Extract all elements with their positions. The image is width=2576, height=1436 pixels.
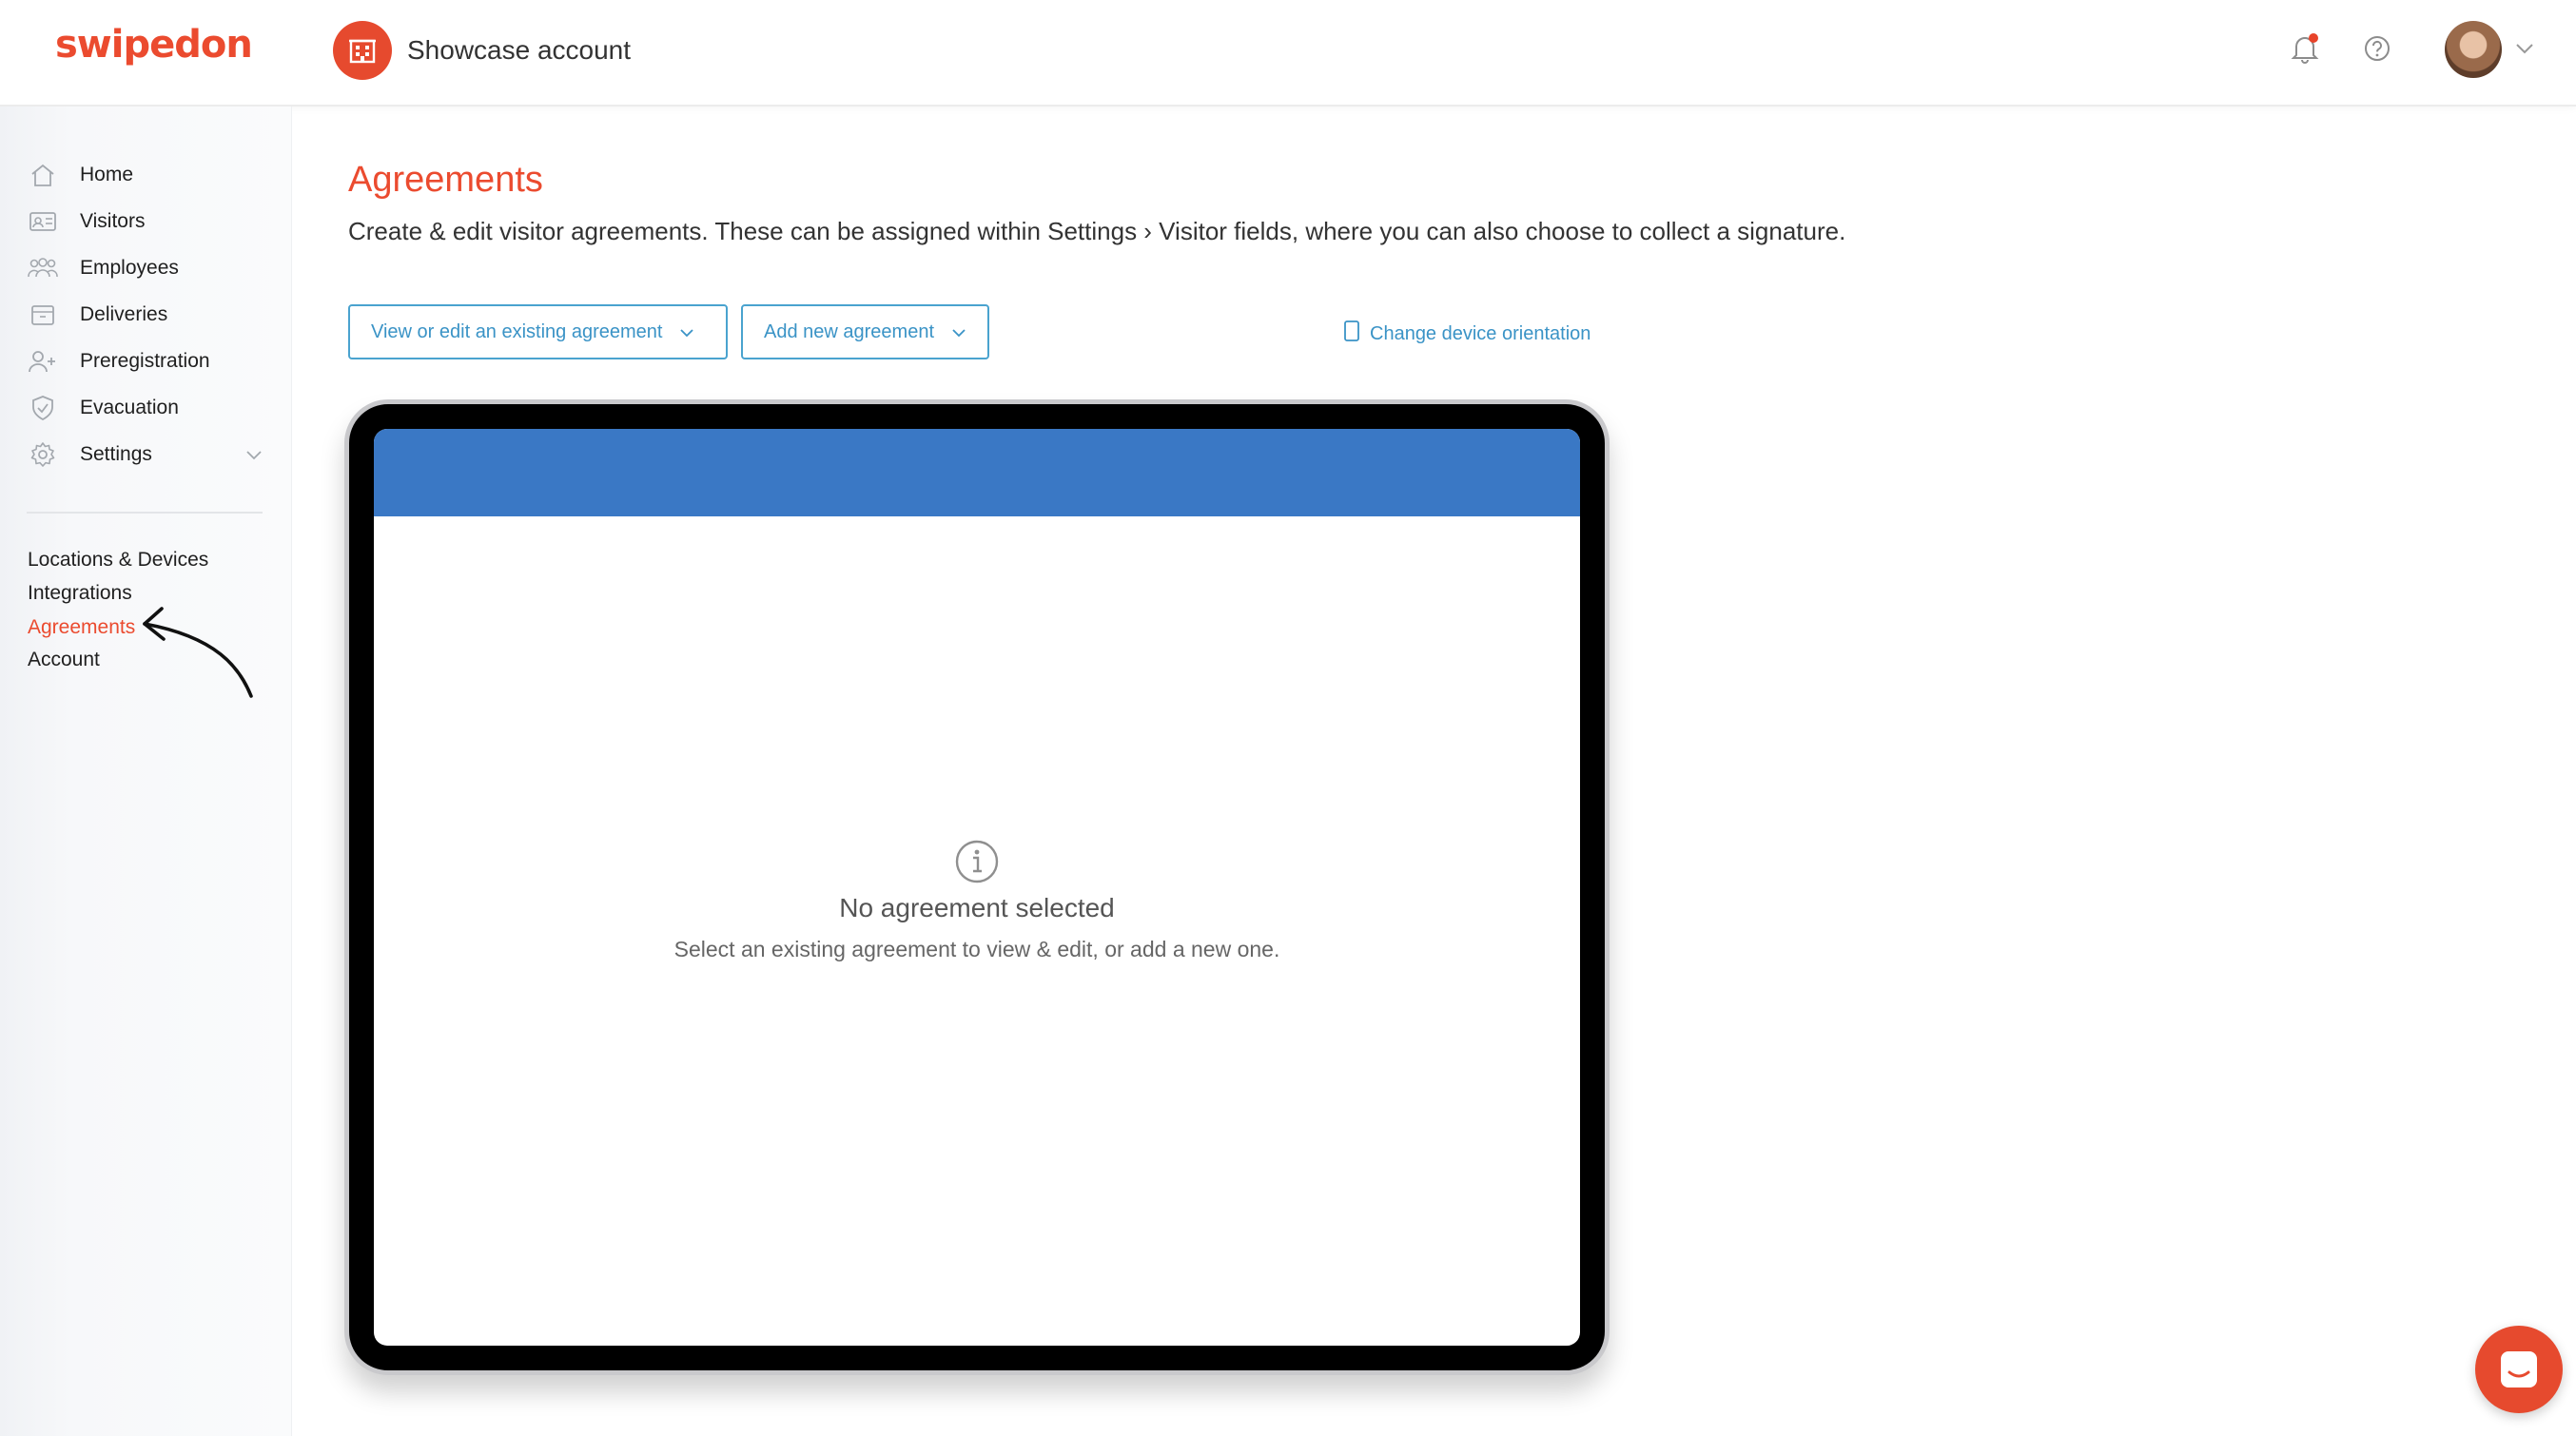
empty-state: No agreement selected Select an existing…: [374, 838, 1580, 962]
bell-icon[interactable]: [2291, 32, 2319, 69]
help-circle-icon[interactable]: [2363, 34, 2391, 68]
shield-icon: [27, 394, 59, 422]
sidebar-divider: [27, 512, 263, 514]
account-switcher[interactable]: Showcase account: [333, 21, 631, 80]
sidebar-item-evacuation[interactable]: Evacuation: [27, 389, 274, 427]
sidebar-item-label: Preregistration: [80, 350, 210, 372]
sidebar-item-employees[interactable]: Employees: [27, 249, 274, 287]
tablet-screen: No agreement selected Select an existing…: [374, 429, 1580, 1346]
sidebar-item-deliveries[interactable]: Deliveries: [27, 296, 274, 334]
info-icon: [955, 840, 999, 883]
user-avatar[interactable]: [2445, 21, 2502, 78]
tablet-preview: No agreement selected Select an existing…: [344, 399, 1610, 1375]
sidebar: Home Visitors Employees Deliveries Prere…: [0, 107, 292, 1436]
swipedon-logo[interactable]: swipedon: [55, 23, 253, 67]
user-plus-icon: [27, 347, 59, 376]
sidebar-item-visitors[interactable]: Visitors: [27, 203, 274, 241]
sidebar-link-account[interactable]: Account: [28, 649, 100, 671]
device-icon: [1343, 320, 1360, 348]
view-edit-agreement-dropdown[interactable]: View or edit an existing agreement: [348, 304, 728, 359]
sidebar-item-settings[interactable]: Settings: [27, 436, 274, 474]
empty-state-title: No agreement selected: [839, 893, 1115, 922]
sidebar-item-label: Visitors: [80, 210, 146, 232]
sidebar-item-label: Employees: [80, 257, 179, 279]
chevron-down-icon[interactable]: [2515, 42, 2534, 59]
empty-state-subtitle: Select an existing agreement to view & e…: [673, 937, 1280, 961]
orientation-label: Change device orientation: [1370, 322, 1591, 344]
change-orientation-link[interactable]: Change device orientation: [1343, 320, 1590, 348]
gear-icon: [27, 440, 59, 469]
top-header: swipedon Showcase account: [0, 0, 2576, 107]
annotation-arrow: [143, 607, 253, 698]
sidebar-item-label: Home: [80, 164, 134, 185]
sidebar-item-home[interactable]: Home: [27, 156, 274, 194]
home-icon: [27, 161, 59, 189]
sidebar-item-label: Deliveries: [80, 303, 168, 325]
sidebar-item-label: Evacuation: [80, 397, 179, 418]
add-new-agreement-dropdown[interactable]: Add new agreement: [741, 304, 989, 359]
people-icon: [27, 254, 59, 282]
sidebar-item-label: Settings: [80, 443, 152, 465]
package-icon: [27, 301, 59, 329]
sidebar-link-agreements[interactable]: Agreements: [28, 616, 135, 639]
chat-icon: [2501, 1351, 2537, 1387]
sidebar-link-locations-devices[interactable]: Locations & Devices: [28, 549, 208, 572]
page-title: Agreements: [348, 160, 543, 200]
preview-header-bar: [374, 429, 1580, 516]
sidebar-link-integrations[interactable]: Integrations: [28, 582, 132, 605]
dropdown-label: Add new agreement: [764, 320, 935, 342]
chevron-down-icon[interactable]: [245, 449, 263, 466]
sidebar-item-preregistration[interactable]: Preregistration: [27, 342, 274, 380]
chevron-down-icon: [951, 321, 966, 343]
page-description: Create & edit visitor agreements. These …: [348, 217, 1846, 245]
account-name: Showcase account: [407, 35, 632, 65]
chat-launcher-button[interactable]: [2475, 1326, 2563, 1413]
dropdown-label: View or edit an existing agreement: [371, 320, 663, 342]
id-card-icon: [27, 207, 59, 236]
building-icon: [333, 21, 392, 80]
chevron-down-icon: [679, 321, 694, 343]
